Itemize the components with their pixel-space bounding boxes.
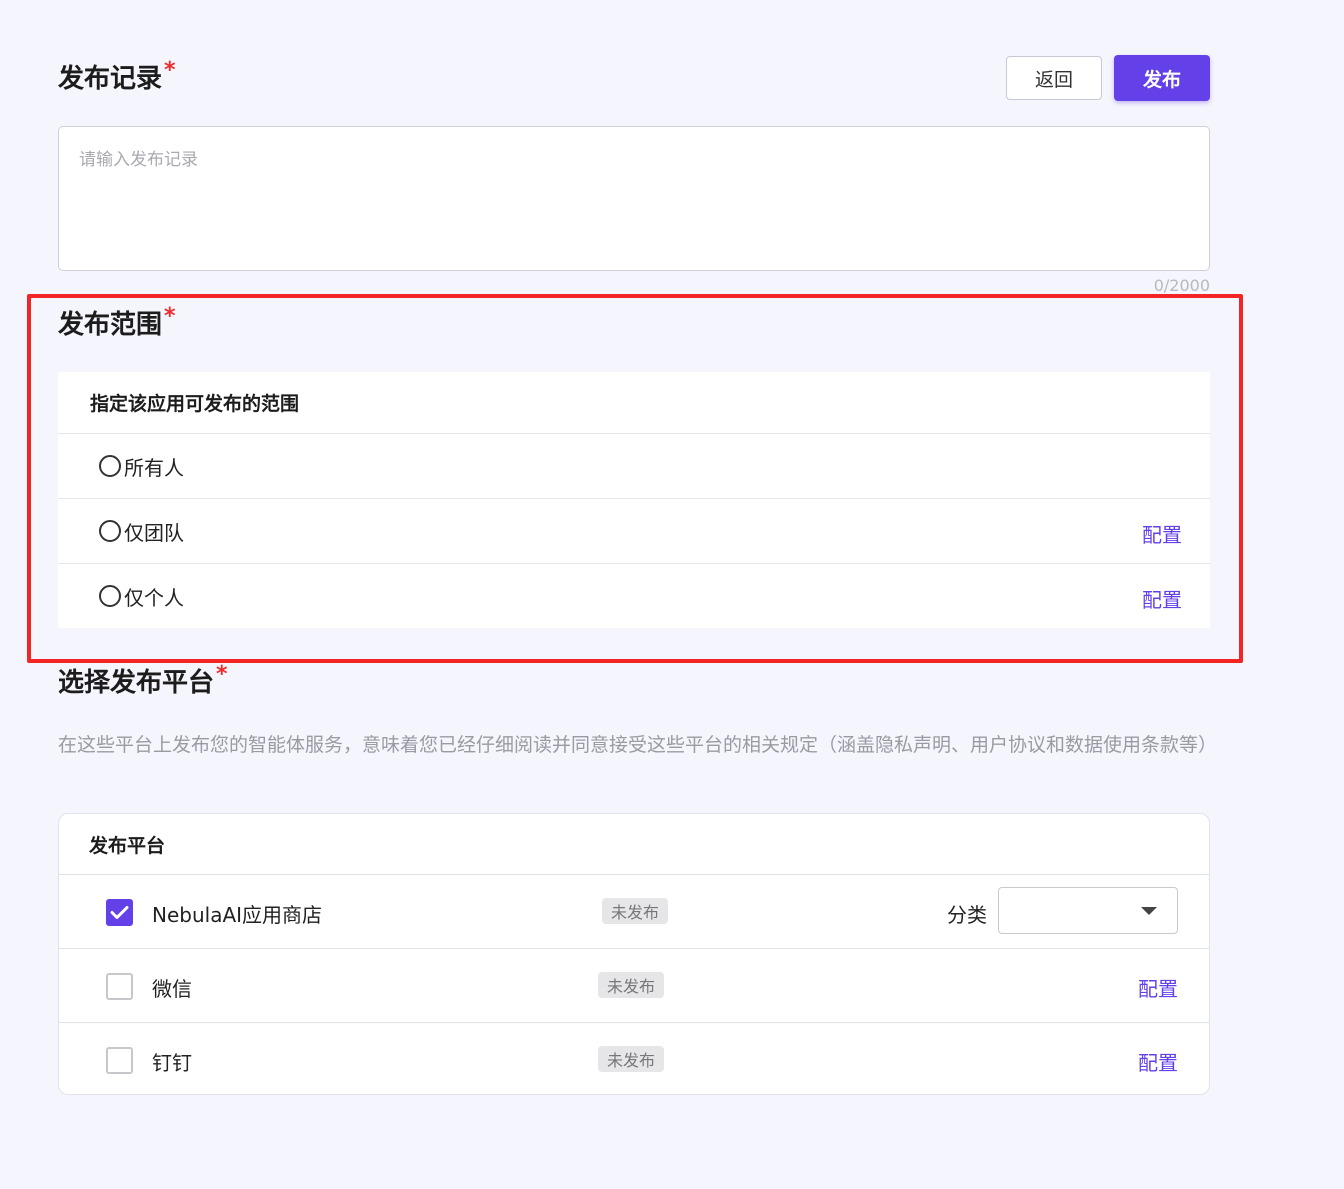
record-title: 发布记录*	[58, 58, 176, 95]
checkbox-empty-icon[interactable]	[106, 973, 133, 1000]
platform-row-wechat: 微信 未发布 配置	[59, 949, 1209, 1023]
platform-panel: 发布平台 NebulaAI应用商店 未发布 分类 微信 未发布 配置 钉钉 未发…	[58, 813, 1210, 1095]
dingtalk-config-link[interactable]: 配置	[1138, 1047, 1178, 1076]
platform-description: 在这些平台上发布您的智能体服务，意味着您已经仔细阅读并同意接受这些平台的相关规定…	[58, 734, 1218, 756]
platform-title-text: 选择发布平台	[58, 668, 215, 698]
platform-title: 选择发布平台*	[58, 662, 228, 699]
checkbox-empty-icon[interactable]	[106, 1047, 133, 1074]
checkbox-checked-icon[interactable]	[106, 899, 133, 926]
required-mark: *	[164, 58, 176, 83]
status-badge: 未发布	[598, 972, 665, 998]
record-title-text: 发布记录	[58, 64, 163, 94]
back-button[interactable]: 返回	[1006, 56, 1102, 100]
platform-name: 微信	[152, 977, 192, 1001]
platform-name: NebulaAI应用商店	[152, 903, 323, 927]
status-badge: 未发布	[598, 1046, 665, 1072]
required-mark: *	[216, 662, 228, 687]
char-counter: 0/2000	[1153, 276, 1210, 295]
publish-record-input[interactable]: 请输入发布记录	[58, 126, 1210, 271]
platform-row-dingtalk: 钉钉 未发布 配置	[59, 1023, 1209, 1094]
chevron-down-icon	[1141, 907, 1157, 915]
platform-panel-header: 发布平台	[59, 814, 1209, 875]
status-badge: 未发布	[602, 898, 669, 924]
platform-name: 钉钉	[152, 1051, 192, 1075]
platform-row-nebula: NebulaAI应用商店 未发布 分类	[59, 875, 1209, 949]
publish-button[interactable]: 发布	[1114, 55, 1210, 101]
category-select[interactable]	[998, 887, 1178, 934]
category-label: 分类	[947, 903, 987, 927]
highlight-box	[27, 294, 1243, 663]
wechat-config-link[interactable]: 配置	[1138, 973, 1178, 1002]
